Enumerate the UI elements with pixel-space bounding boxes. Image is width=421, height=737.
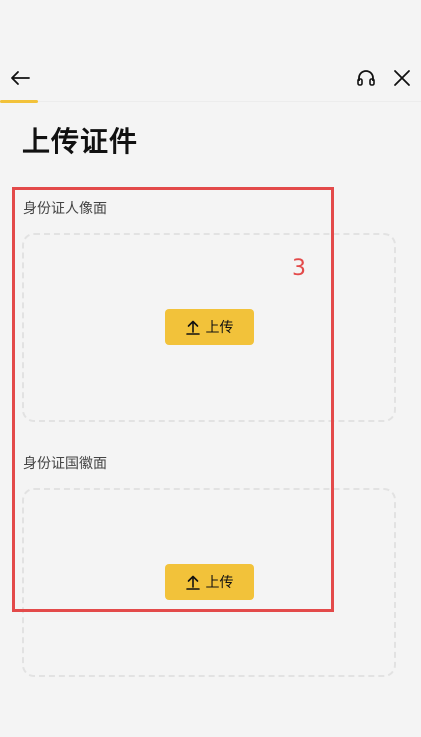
customer-service-button[interactable]: [352, 64, 380, 92]
back-button[interactable]: [6, 64, 34, 92]
headset-icon: [357, 70, 375, 86]
id-portrait-upload-button[interactable]: 上传: [165, 309, 254, 345]
arrow-left-icon: [11, 71, 30, 85]
upload-icon: [185, 320, 200, 335]
annotation-number: 3: [292, 256, 306, 281]
id-emblem-label: 身份证国徽面: [23, 456, 107, 472]
close-button[interactable]: [388, 64, 416, 92]
upload-button-label: 上传: [205, 575, 234, 591]
top-navigation-bar: [0, 56, 421, 100]
page-title: 上传证件: [22, 125, 139, 158]
id-portrait-label: 身份证人像面: [23, 201, 107, 217]
id-emblem-upload-button[interactable]: 上传: [165, 564, 254, 600]
active-indicator: [0, 100, 38, 103]
close-icon: [394, 70, 410, 86]
header-divider: [0, 101, 421, 102]
upload-button-label: 上传: [205, 320, 234, 336]
upload-icon: [185, 575, 200, 590]
